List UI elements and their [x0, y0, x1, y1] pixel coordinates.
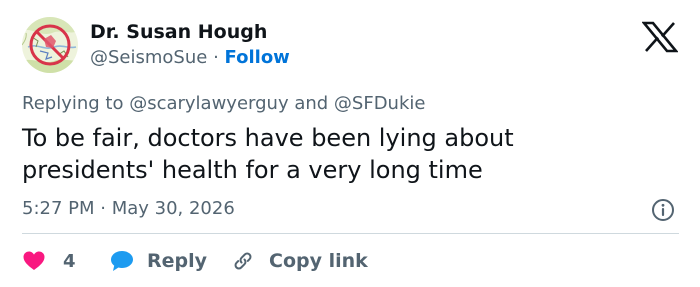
avatar-image: [22, 17, 78, 73]
tweet-timestamp[interactable]: 5:27 PM · May 30, 2026: [22, 198, 235, 219]
copy-link-button[interactable]: Copy link: [231, 246, 368, 276]
like-count: 4: [63, 250, 76, 272]
speech-bubble-icon: [109, 248, 135, 274]
handle-row: @SeismoSue · Follow: [90, 47, 290, 68]
tweet-text-line: To be fair, doctors have been lying abou…: [22, 124, 514, 152]
follow-button[interactable]: Follow: [225, 47, 290, 68]
reply-context: Replying to @scarylawyerguy and @SFDukie: [22, 93, 426, 114]
handle-separator: ·: [213, 47, 219, 68]
copy-link-label: Copy link: [269, 250, 368, 272]
info-icon[interactable]: [651, 198, 675, 222]
user-handle[interactable]: @SeismoSue: [90, 47, 207, 68]
reply-button[interactable]: Reply: [109, 246, 207, 276]
tweet-text: To be fair, doctors have been lying abou…: [22, 122, 662, 186]
x-logo-icon[interactable]: [641, 21, 679, 53]
divider: [22, 233, 679, 234]
tweet-text-line: presidents' health for a very long time: [22, 156, 483, 184]
reply-label: Reply: [147, 250, 208, 272]
heart-icon: [22, 249, 46, 273]
avatar[interactable]: [22, 17, 78, 73]
display-name[interactable]: Dr. Susan Hough: [90, 21, 267, 43]
link-icon: [231, 249, 255, 273]
like-button[interactable]: 4: [22, 246, 76, 276]
